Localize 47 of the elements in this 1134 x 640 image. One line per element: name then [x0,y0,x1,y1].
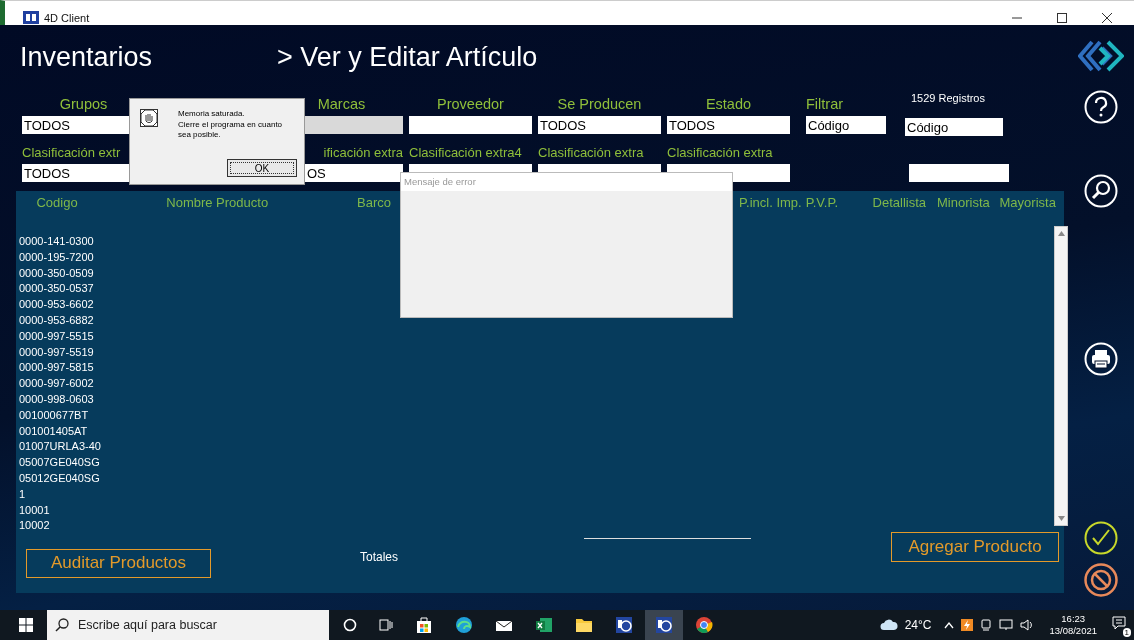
column-header: Barco [356,194,392,210]
error-window-title: Mensaje de error [401,173,732,191]
filter-label: ificación extra [322,145,403,160]
table-cell-text: 0000-953-6882 [19,313,95,328]
filter-label: Se Producen [556,96,643,112]
filter-label: Marcas [316,96,367,112]
filter-label: Proveedor [436,96,505,112]
table-cell-text: 0000-195-7200 [19,249,95,265]
column-header: Minorista [937,194,991,210]
filter-label: Clasificación extra [538,145,645,160]
table-cell-text: 0000-141-0300 [19,234,95,249]
table-cell-text: 0000-997-5815 [19,360,95,376]
totals-label: Totales [360,550,399,564]
table-cell-text: 0000-997-5515 [19,328,95,344]
table-cell-text: 01007URLA3-40 [19,439,102,455]
alert-message: Memoria saturada. Cierre el programa en cuanto sea posible. [178,109,283,141]
notification-badge: 1 [1122,628,1131,637]
temperature-text: 24°C [904,618,932,632]
table-cell-text: 1 [19,486,27,502]
filter-label: Filtrar [806,96,845,112]
table-cell-text: 05007GE040SG [19,455,101,471]
table-cell-text: 0000-953-6602 [19,297,95,313]
filter-label: Estado [704,96,753,112]
column-header: Detallista [872,194,927,210]
filter-label: Clasificación extr [22,145,122,160]
filter-label: Clasificación extra [667,145,774,160]
table-cell-text: 10002 [19,518,51,534]
table-cell-text: 001001405AT [19,423,89,439]
table-cell-text: 0000-997-5519 [19,344,95,360]
column-header: Mayorista [999,194,1057,210]
module-title: Inventarios [20,42,154,73]
table-cell-text: 0000-350-0509 [19,265,95,281]
table-cell-text: 001000677BT [19,407,90,423]
table-cell-text: 0000-997-6002 [19,376,95,392]
table-cell-text: 10001 [19,502,51,518]
record-count: 1529 Registros [911,92,985,104]
column-header: Nombre Producto [165,194,270,210]
filter-label: Grupos [58,96,109,112]
window-title: 4D Client [44,12,90,24]
column-header: P.incl. Imp. [739,194,802,210]
filter-label: Clasificación extra4 [409,145,523,160]
table-cell-text: 0000-998-0603 [19,391,95,407]
section-title: > Ver y Editar Artículo [277,42,538,73]
table-cell-text: 0000-350-0537 [19,281,95,297]
column-header: Codigo [35,194,79,210]
column-header: P.V.P. [805,194,839,210]
table-cell-text: 05012GE040SG [19,470,101,486]
